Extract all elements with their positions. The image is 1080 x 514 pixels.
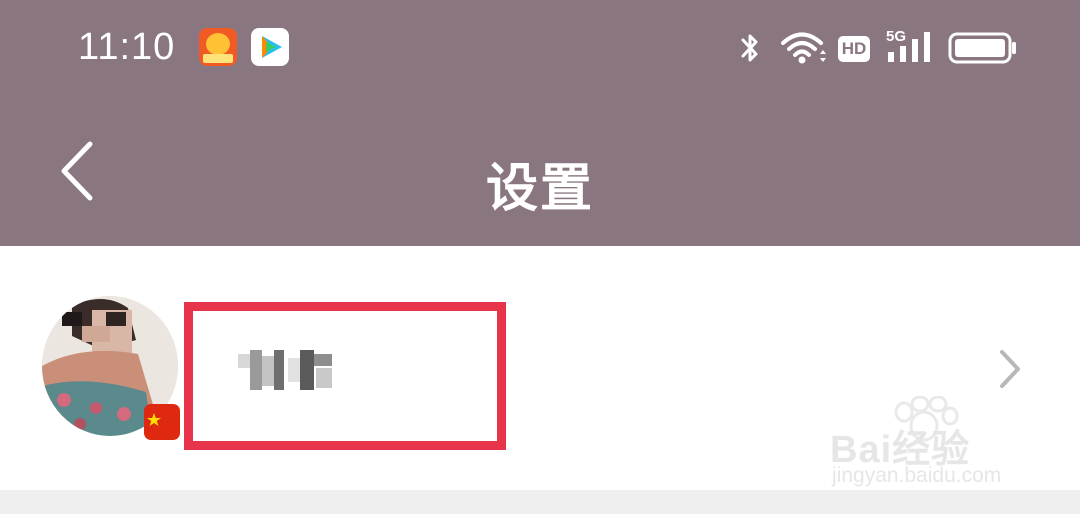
lottery-app-icon (199, 28, 237, 66)
status-time: 11:10 (78, 26, 176, 68)
battery-icon (948, 32, 1016, 64)
page-title: 设置 (485, 160, 594, 218)
signal-icon (888, 32, 930, 62)
bluetooth-icon (741, 34, 758, 62)
section-divider (0, 490, 1080, 514)
video-app-icon (251, 28, 289, 66)
watermark-url: jingyan.baidu.com (832, 464, 1002, 487)
china-flag-icon (144, 404, 180, 440)
highlight-annotation (184, 302, 506, 450)
app-header: 11:10 HD 5G 设置 (0, 0, 1080, 246)
wifi-icon (781, 32, 826, 64)
chevron-right-icon[interactable] (996, 346, 1024, 392)
hd-icon: HD (838, 36, 870, 62)
username-blurred (238, 350, 334, 390)
